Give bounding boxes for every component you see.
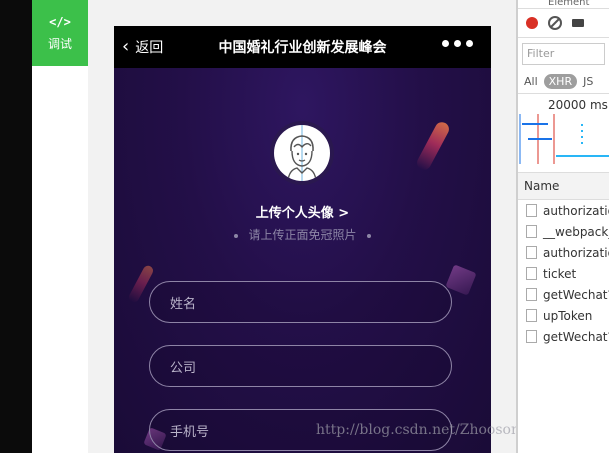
request-row[interactable]: ticket [518, 263, 609, 284]
upload-avatar-link[interactable]: 上传个人头像 > [114, 202, 491, 221]
devtools-tab[interactable]: Element [518, 0, 609, 9]
company-placeholder: 公司 [170, 360, 197, 376]
file-icon [526, 225, 537, 238]
left-edge [0, 0, 32, 453]
record-icon[interactable] [526, 17, 538, 29]
request-row[interactable]: getWechat?u [518, 326, 609, 347]
tool-sidebar [32, 0, 88, 453]
request-row[interactable]: __webpack_h [518, 221, 609, 242]
name-placeholder: 姓名 [170, 296, 197, 312]
request-row[interactable]: upToken [518, 305, 609, 326]
request-name: ticket [543, 266, 577, 281]
name-field[interactable]: 姓名 [149, 281, 452, 323]
request-name: upToken [543, 308, 593, 323]
debug-button[interactable]: </> 调试 [32, 0, 88, 66]
clear-icon[interactable] [548, 16, 562, 30]
upload-hint: 请上传正面免冠照片 [114, 226, 491, 243]
back-label: 返回 [135, 40, 164, 56]
more-menu-button[interactable] [442, 40, 473, 47]
request-row[interactable]: authorization [518, 242, 609, 263]
devtools-toolbar [518, 9, 609, 38]
filter-js[interactable]: JS [583, 75, 593, 88]
phone-simulator: 中国婚礼行业创新发展峰会 ‹ 返回 上传个人头像 > 请上传正面免冠照片 姓名 … [114, 26, 491, 453]
column-header[interactable]: Name [518, 173, 609, 200]
request-name: __webpack_h [543, 224, 609, 239]
type-filters: All XHR JS [518, 70, 609, 94]
page-content: 上传个人头像 > 请上传正面免冠照片 姓名 公司 手机号 [114, 68, 491, 453]
file-icon [526, 267, 537, 280]
code-icon: </> [49, 14, 71, 29]
request-row[interactable]: authorization [518, 200, 609, 221]
watermark: http://blog.csdn.net/Zhooson [316, 422, 520, 438]
bullet-icon [366, 233, 371, 238]
avatar-placeholder-icon [274, 125, 330, 181]
file-icon [526, 288, 537, 301]
debug-label: 调试 [47, 36, 72, 51]
camera-icon[interactable] [572, 19, 584, 27]
back-button[interactable]: ‹ 返回 [122, 26, 163, 68]
filter-xhr[interactable]: XHR [543, 74, 578, 89]
bullet-icon [234, 233, 239, 238]
navbar: 中国婚礼行业创新发展峰会 ‹ 返回 [114, 26, 491, 68]
request-name: authorization [543, 203, 609, 218]
dot-icon [442, 40, 449, 47]
avatar-upload[interactable] [270, 121, 334, 185]
file-icon [526, 309, 537, 322]
request-name: getWechat?u [543, 329, 609, 344]
request-row[interactable]: getWechat?u [518, 284, 609, 305]
filter-all[interactable]: All [524, 75, 538, 88]
file-icon [526, 330, 537, 343]
filter-input[interactable]: Filter [522, 43, 605, 65]
timeline-graph [519, 114, 609, 164]
dot-icon [466, 40, 473, 47]
file-icon [526, 246, 537, 259]
phone-placeholder: 手机号 [170, 424, 210, 440]
dot-icon [454, 40, 461, 47]
decorative-gem [445, 264, 477, 296]
page-title: 中国婚礼行业创新发展峰会 [218, 40, 387, 56]
request-name: getWechat?u [543, 287, 609, 302]
decorative-streak [414, 119, 452, 173]
hint-text: 请上传正面免冠照片 [248, 228, 357, 242]
network-timeline: 20000 ms [518, 94, 609, 173]
company-field[interactable]: 公司 [149, 345, 452, 387]
devtools-panel: Element Filter All XHR JS 20000 ms Name … [516, 0, 609, 453]
file-icon [526, 204, 537, 217]
request-name: authorization [543, 245, 609, 260]
chevron-left-icon: ‹ [122, 36, 130, 57]
